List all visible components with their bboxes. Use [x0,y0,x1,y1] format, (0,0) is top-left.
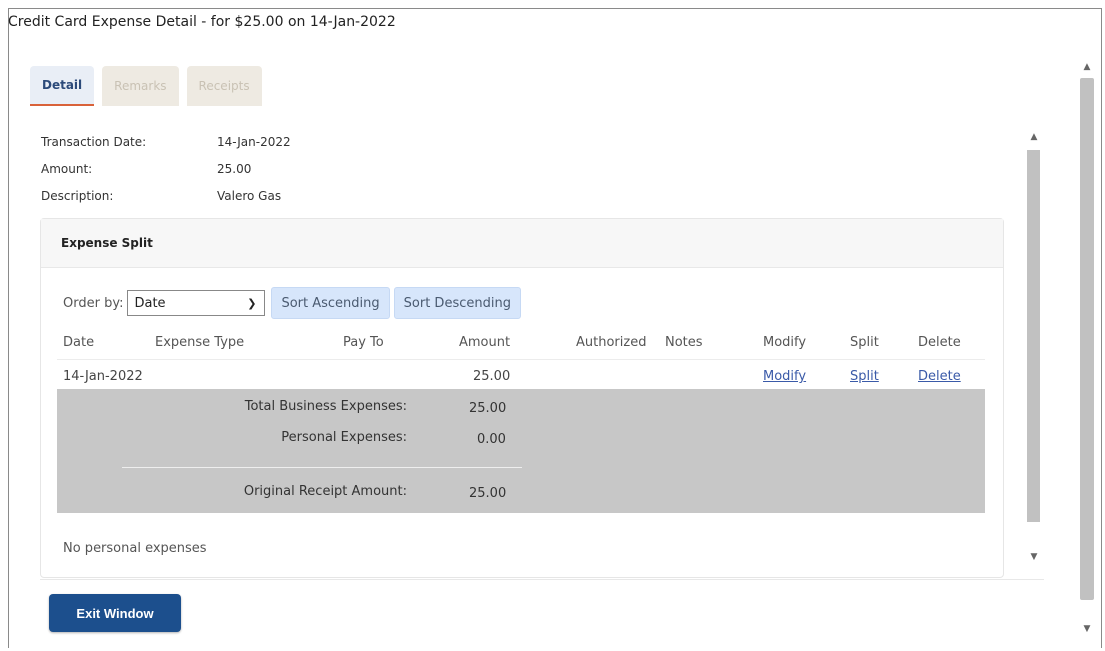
transaction-date-label: Transaction Date: [41,135,147,149]
totals-divider [122,467,522,468]
tab-detail[interactable]: Detail [30,66,95,106]
order-by-selected-value: Date [134,295,166,311]
scroll-down-icon[interactable]: ▼ [1077,624,1097,634]
modify-link[interactable]: Modify [763,369,806,384]
window-scrollbar-thumb[interactable] [1080,78,1094,600]
tab-remarks[interactable]: Remarks [102,66,179,106]
total-business-expenses-value: 25.00 [469,401,507,416]
column-header-authorized[interactable]: Authorized [576,335,646,350]
totals-summary: Total Business Expenses: 25.00 Personal … [57,389,985,513]
order-by-label: Order by: [63,295,124,311]
no-personal-expenses-text: No personal expenses [63,541,207,556]
description-label: Description: [41,189,114,203]
original-receipt-amount-value: 25.00 [469,486,507,501]
personal-expenses-value: 0.00 [477,432,506,447]
row-amount: 25.00 [473,369,511,384]
transaction-date-value: 14-Jan-2022 [217,135,291,149]
tab-receipts[interactable]: Receipts [186,66,262,106]
column-header-date[interactable]: Date [63,335,94,350]
original-receipt-amount-label: Original Receipt Amount: [243,484,407,499]
amount-label: Amount: [41,162,93,176]
tab-bar: Detail Remarks Receipts [30,66,262,108]
column-header-amount[interactable]: Amount [459,335,510,350]
column-header-pay-to[interactable]: Pay To [343,335,384,350]
total-business-expenses-label: Total Business Expenses: [244,399,407,414]
column-header-delete: Delete [918,335,961,350]
order-by-select[interactable]: Date ❯ [127,290,266,316]
description-value: Valero Gas [217,189,282,203]
inner-scrollbar-thumb[interactable] [1027,150,1040,522]
sort-descending-button[interactable]: Sort Descending [393,287,521,319]
window-scrollbar[interactable]: ▲ ▼ [1077,56,1097,641]
column-header-split: Split [850,335,879,350]
scroll-up-icon[interactable]: ▲ [1024,132,1044,142]
scroll-down-icon[interactable]: ▼ [1024,552,1044,562]
header-divider [57,359,985,360]
chevron-down-icon: ❯ [247,296,257,310]
order-by-row: Order by: Date ❯ Sort Ascending Sort Des… [63,287,521,319]
expense-split-panel: Expense Split Order by: Date ❯ Sort Asce… [40,218,1004,578]
column-header-modify: Modify [763,335,807,350]
scroll-up-icon[interactable]: ▲ [1077,62,1097,72]
inner-scrollbar[interactable]: ▲ ▼ [1024,126,1044,571]
amount-value: 25.00 [217,162,252,176]
split-link[interactable]: Split [850,369,879,384]
sort-ascending-button[interactable]: Sort Ascending [271,287,390,319]
panel-divider [40,579,1044,580]
window-title: Credit Card Expense Detail - for $25.00 … [8,14,396,30]
column-header-notes[interactable]: Notes [665,335,703,350]
row-date: 14-Jan-2022 [63,369,143,384]
expense-split-title: Expense Split [41,219,1003,268]
exit-window-button[interactable]: Exit Window [49,594,181,632]
delete-link[interactable]: Delete [918,369,961,384]
column-header-expense-type[interactable]: Expense Type [155,335,244,350]
personal-expenses-label: Personal Expenses: [281,430,407,445]
